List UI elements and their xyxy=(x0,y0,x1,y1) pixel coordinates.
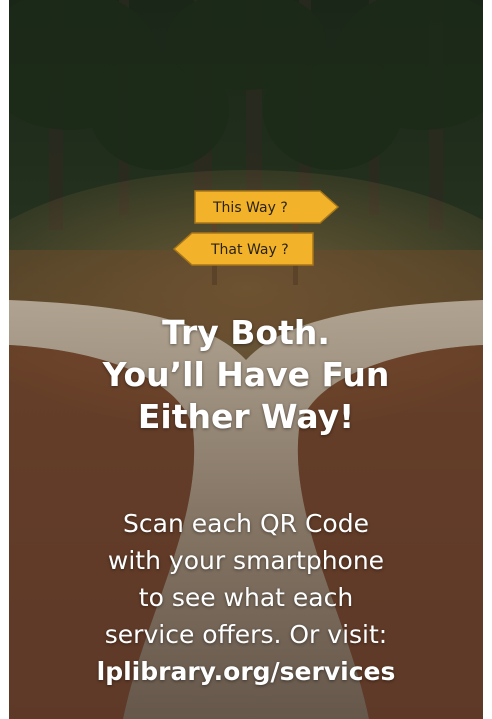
body-line-2: with your smartphone xyxy=(107,546,385,575)
headline-line-3: Either Way! xyxy=(137,397,355,436)
services-url-link[interactable]: lplibrary.org/services xyxy=(9,653,483,690)
this-way-sign-label: This Way ? xyxy=(212,200,288,216)
body-copy: Scan each QR Code with your smartphone t… xyxy=(9,505,483,690)
body-line-3: to see what each xyxy=(138,583,354,612)
headline-line-2: You’ll Have Fun xyxy=(102,355,390,394)
poster: This Way ? That Way ? Try Both. You’ll H… xyxy=(9,0,483,719)
body-line-1: Scan each QR Code xyxy=(123,509,369,538)
headline: Try Both. You’ll Have Fun Either Way! xyxy=(9,312,483,438)
headline-line-1: Try Both. xyxy=(162,313,330,352)
that-way-sign-label: That Way ? xyxy=(210,242,289,258)
body-line-4: service offers. Or visit: xyxy=(104,620,388,649)
